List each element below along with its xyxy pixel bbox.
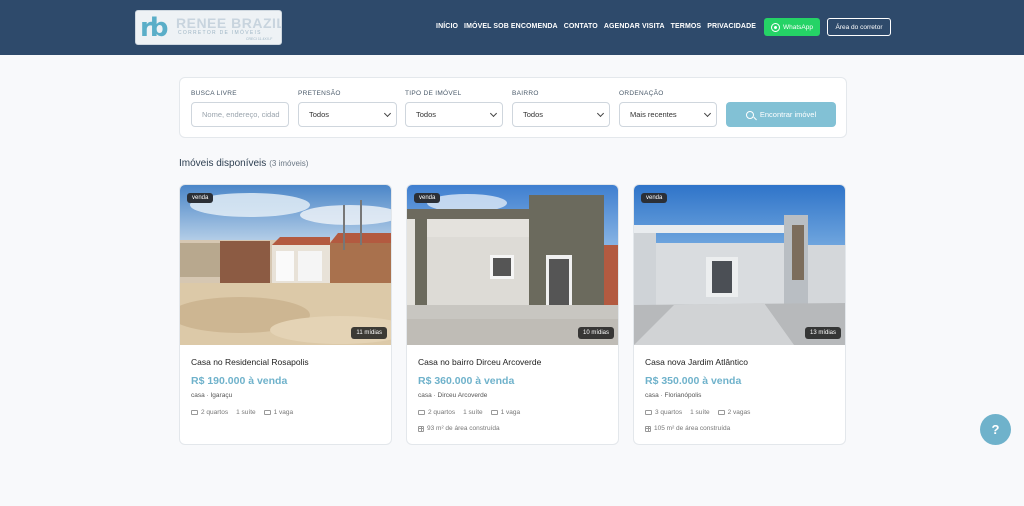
media-count-badge: 11 mídias xyxy=(351,327,387,339)
property-location: casa · Florianópolis xyxy=(645,392,702,399)
area-icon xyxy=(645,425,651,432)
property-area: 93 m² de área construída xyxy=(418,425,500,432)
logo-mark: rb xyxy=(140,13,168,43)
property-title[interactable]: Casa nova Jardim Atlântico xyxy=(645,357,748,367)
sale-badge: venda xyxy=(641,193,668,203)
property-card[interactable]: venda 10 mídias Casa no bairro Dirceu Ar… xyxy=(406,184,619,445)
chevron-down-icon xyxy=(703,109,712,118)
nav-contato[interactable]: CONTATO xyxy=(564,23,598,30)
car-icon xyxy=(490,410,498,415)
bed-icon xyxy=(191,410,198,415)
property-location: casa · Dirceu Arcoverde xyxy=(418,392,488,399)
search-input[interactable]: Nome, endereço, cidad xyxy=(191,102,289,127)
nav-inicio[interactable]: INÍCIO xyxy=(436,23,458,30)
property-photo-image xyxy=(634,185,845,345)
chevron-down-icon xyxy=(596,109,605,118)
parking: 1 vaga xyxy=(273,409,294,416)
chevron-down-icon xyxy=(489,109,498,118)
property-photo-image xyxy=(180,185,391,345)
search-label: BUSCA LIVRE xyxy=(191,90,237,97)
whatsapp-button[interactable]: WhatsApp xyxy=(764,18,820,36)
nav-imovel-sob-encomenda[interactable]: IMÓVEL SOB ENCOMENDA xyxy=(464,23,558,30)
property-features: 2 quartos 1 suíte 1 vaga xyxy=(191,409,293,416)
type-select[interactable]: Todos xyxy=(405,102,503,127)
area-icon xyxy=(418,425,424,432)
whatsapp-label: WhatsApp xyxy=(783,23,813,31)
listing-heading: Imóveis disponíveis (3 imóveis) xyxy=(179,158,308,169)
purpose-value: Todos xyxy=(309,110,330,119)
parking: 2 vagas xyxy=(727,409,751,416)
bed-icon xyxy=(418,410,425,415)
property-photo-image xyxy=(407,185,618,345)
parking: 1 vaga xyxy=(500,409,521,416)
help-button[interactable]: ? xyxy=(980,414,1011,445)
brand-logo[interactable]: rb RENEE BRAZIL CORRETOR DE IMÓVEIS CREC… xyxy=(135,10,282,45)
nav-termos[interactable]: TERMOS xyxy=(671,23,702,30)
car-icon xyxy=(717,410,725,415)
listing-title: Imóveis disponíveis xyxy=(179,158,267,169)
property-features: 2 quartos 1 suíte 1 vaga xyxy=(418,409,520,416)
bedrooms: 2 quartos xyxy=(201,409,229,416)
find-property-label: Encontrar imóvel xyxy=(759,110,817,119)
property-photo[interactable]: venda 11 mídias xyxy=(180,185,391,345)
purpose-select[interactable]: Todos xyxy=(298,102,397,127)
built-area: 93 m² de área construída xyxy=(427,425,500,432)
district-select[interactable]: Todos xyxy=(512,102,610,127)
district-value: Todos xyxy=(523,110,544,119)
bedrooms: 2 quartos xyxy=(428,409,456,416)
property-price: R$ 350.000 à venda xyxy=(645,375,742,387)
property-location: casa · Igaraçu xyxy=(191,392,233,399)
type-label: TIPO DE IMÓVEL xyxy=(405,90,462,97)
sort-select[interactable]: Mais recentes xyxy=(619,102,717,127)
bed-icon xyxy=(645,410,652,415)
bedrooms: 3 quartos xyxy=(655,409,683,416)
logo-name: RENEE BRAZIL xyxy=(176,15,282,31)
logo-subtitle: CORRETOR DE IMÓVEIS xyxy=(178,30,262,36)
car-icon xyxy=(263,410,271,415)
logo-tagline: CRECI 11.4XX-F xyxy=(246,37,273,41)
property-area: 105 m² de área construída xyxy=(645,425,730,432)
district-label: BAIRRO xyxy=(512,90,539,97)
broker-area-button[interactable]: Área do corretor xyxy=(827,18,891,36)
nav-privacidade[interactable]: PRIVACIDADE xyxy=(707,23,756,30)
header-bar: rb RENEE BRAZIL CORRETOR DE IMÓVEIS CREC… xyxy=(0,0,1024,55)
chevron-down-icon xyxy=(383,109,392,118)
built-area: 105 m² de área construída xyxy=(654,425,731,432)
main-nav: INÍCIO IMÓVEL SOB ENCOMENDA CONTATO AGEN… xyxy=(436,23,756,30)
property-card[interactable]: venda 11 mídias Casa no Residencial Rosa… xyxy=(179,184,392,445)
media-count-badge: 13 mídias xyxy=(804,327,841,339)
property-title[interactable]: Casa no Residencial Rosapolis xyxy=(191,357,309,367)
property-price: R$ 360.000 à venda xyxy=(418,375,515,387)
nav-agendar-visita[interactable]: AGENDAR VISITA xyxy=(604,23,665,30)
property-title[interactable]: Casa no bairro Dirceu Arcoverde xyxy=(418,357,541,367)
property-photo[interactable]: venda 10 mídias xyxy=(407,185,618,345)
property-features: 3 quartos 1 suíte 2 vagas xyxy=(645,409,750,416)
property-card[interactable]: venda 13 mídias Casa nova Jardim Atlânti… xyxy=(633,184,846,445)
suites: 1 suíte xyxy=(690,409,710,416)
type-value: Todos xyxy=(416,110,437,119)
search-icon xyxy=(745,110,754,119)
purpose-label: PRETENSÃO xyxy=(298,90,341,97)
sale-badge: venda xyxy=(187,193,214,203)
whatsapp-icon xyxy=(771,22,780,32)
listing-count: (3 imóveis) xyxy=(269,159,309,168)
sale-badge: venda xyxy=(414,193,441,203)
property-price: R$ 190.000 à venda xyxy=(191,375,288,387)
find-property-button[interactable]: Encontrar imóvel xyxy=(726,102,836,127)
media-count-badge: 10 mídias xyxy=(577,327,614,339)
property-photo[interactable]: venda 13 mídias xyxy=(634,185,845,345)
filter-panel: BUSCA LIVRE Nome, endereço, cidad PRETEN… xyxy=(179,77,847,138)
suites: 1 suíte xyxy=(463,409,483,416)
sort-value: Mais recentes xyxy=(630,110,677,119)
sort-label: ORDENAÇÃO xyxy=(619,90,664,97)
suites: 1 suíte xyxy=(236,409,256,416)
